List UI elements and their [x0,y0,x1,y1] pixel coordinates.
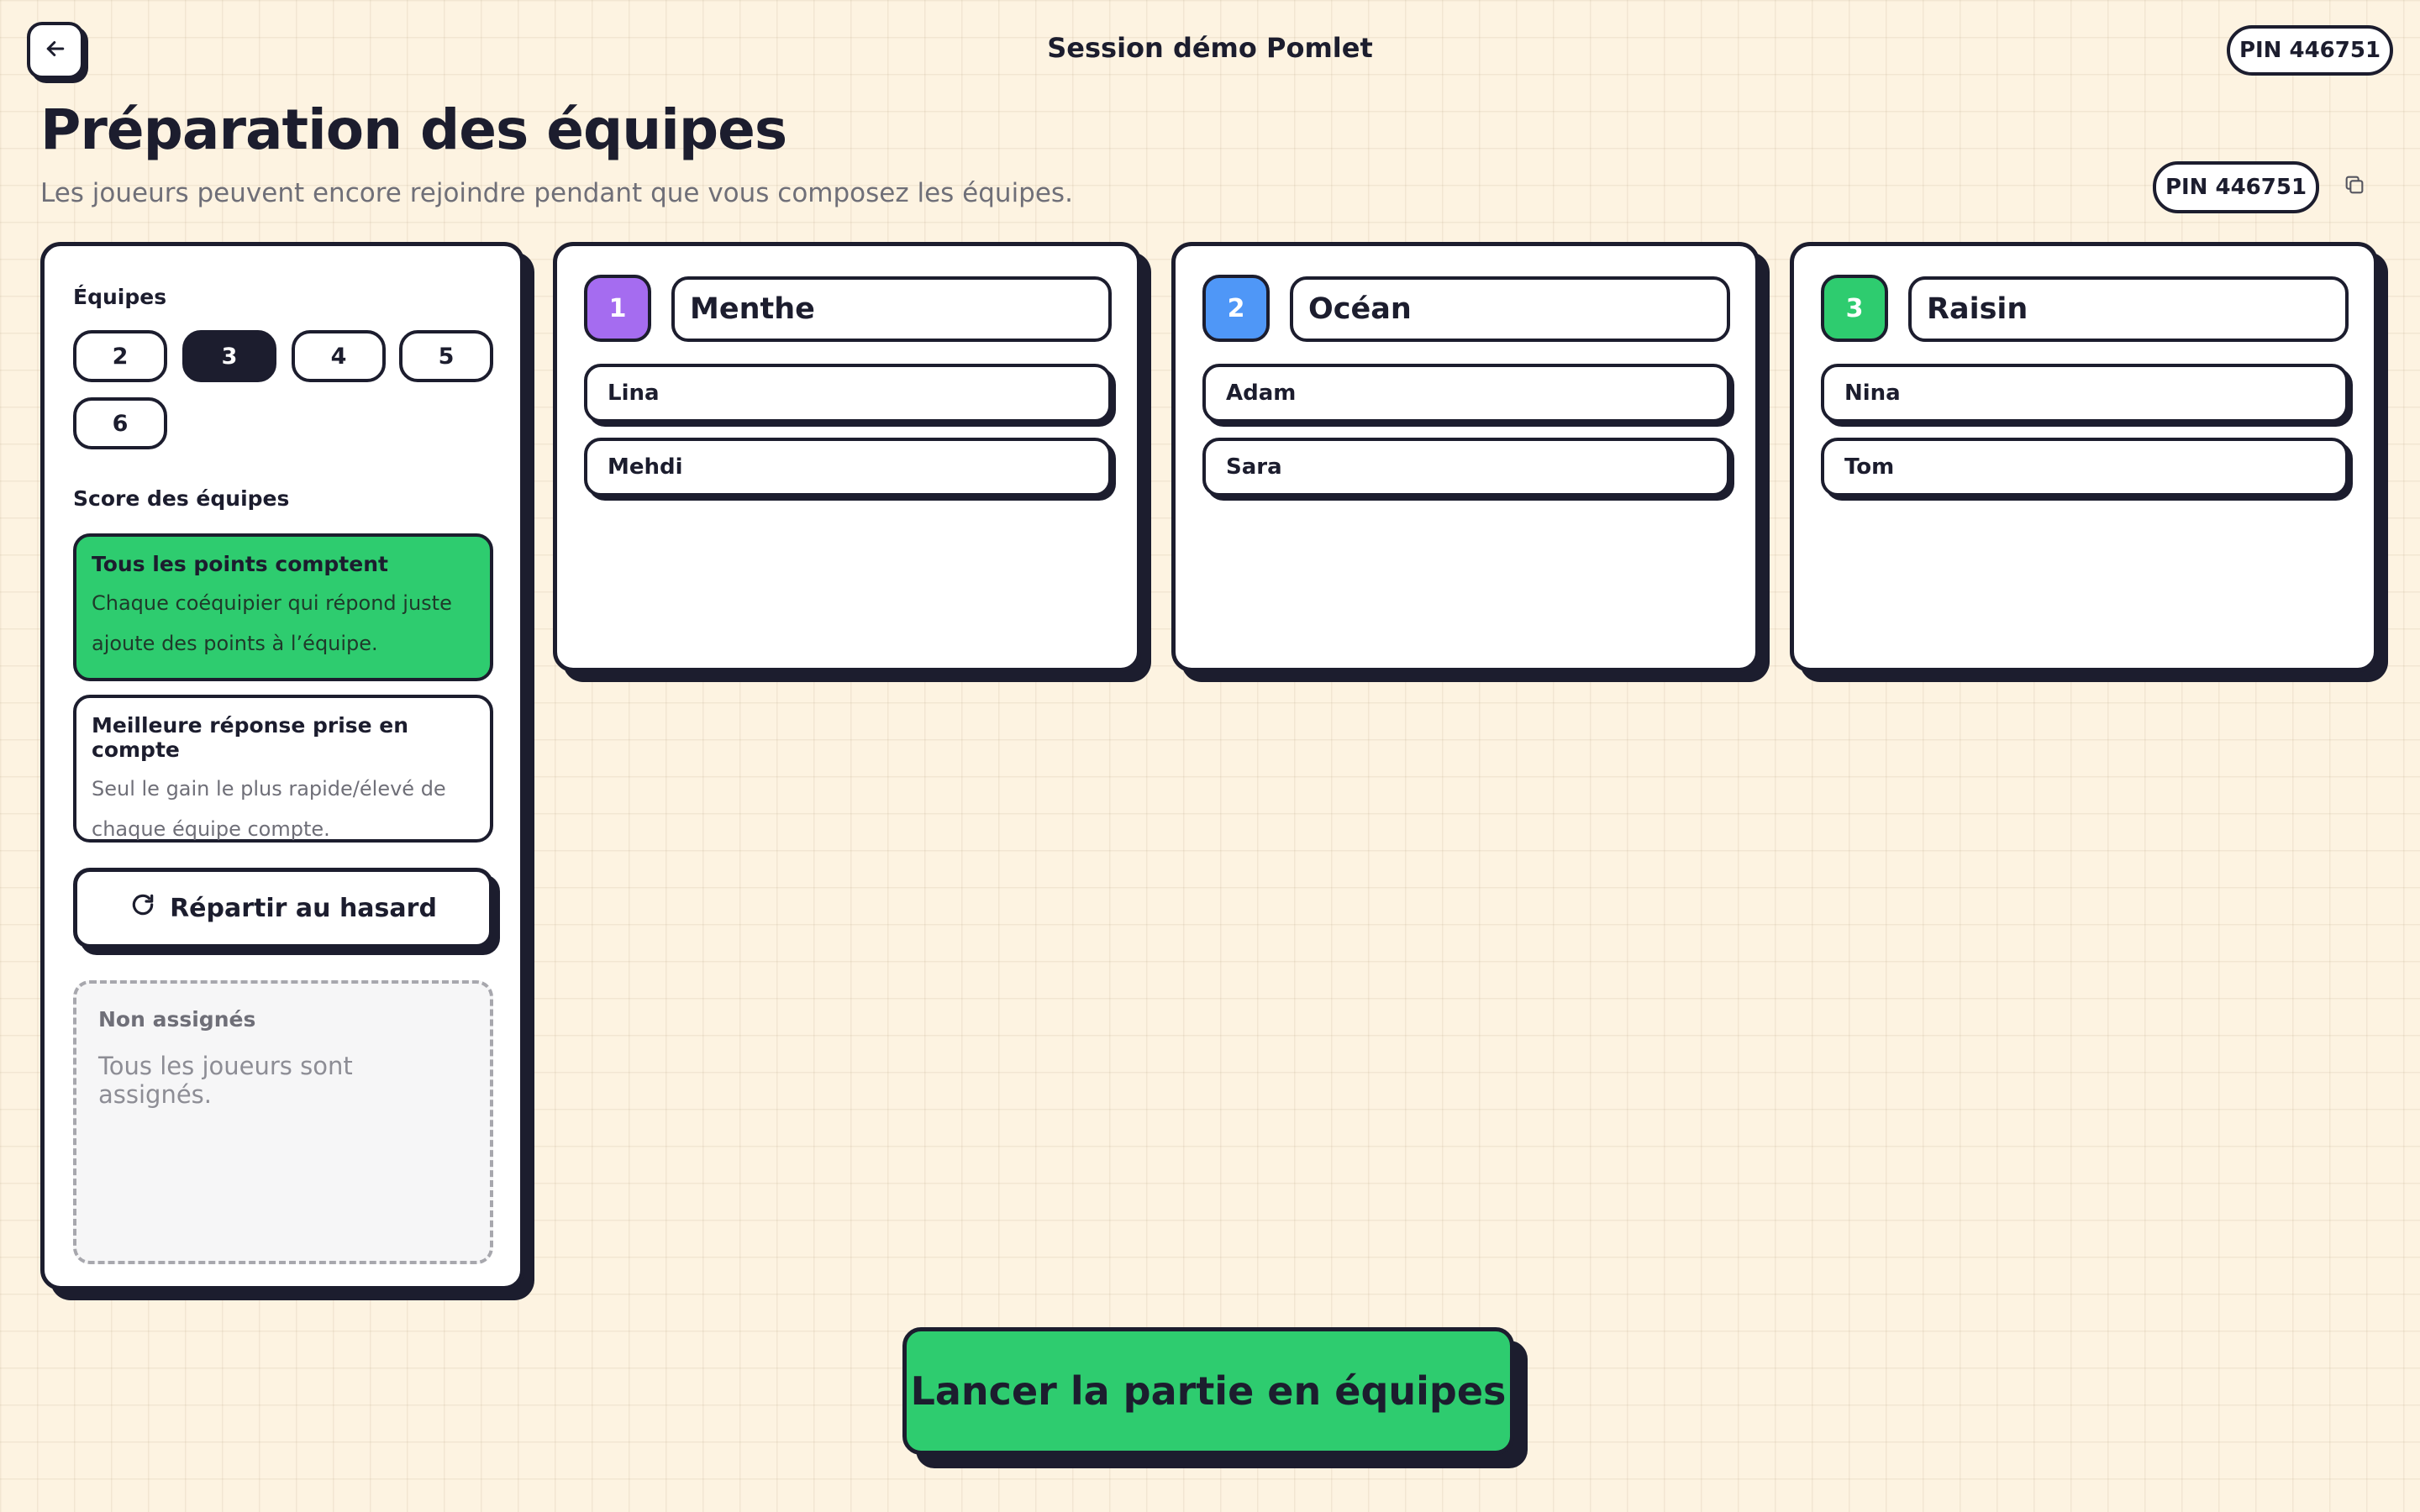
teams-count-label: Équipes [73,285,167,309]
shuffle-teams-label: Répartir au hasard [170,893,437,923]
score-mode-title: Meilleure réponse prise en compte [92,713,409,762]
player-chip[interactable]: Sara [1202,438,1730,496]
team-name-input[interactable]: Océan [1290,276,1730,342]
player-chip[interactable]: Mehdi [584,438,1112,496]
pin-badge: PIN 446751 [2227,25,2393,76]
copy-icon [2343,173,2366,200]
score-mode-description: Chaque coéquipier qui répond juste ajout… [92,583,475,664]
launch-team-game-button[interactable]: Lancer la partie en équipes [902,1327,1514,1455]
score-mode-desc-line: chaque équipe compte. [92,817,330,841]
score-mode-desc-line: Chaque coéquipier qui répond juste [92,591,452,615]
score-mode-desc-line: ajoute des points à l’équipe. [92,632,378,655]
player-chip[interactable]: Tom [1821,438,2349,496]
unassigned-empty-text: Tous les joueurs sont assignés. [98,1052,353,1109]
team-count-2[interactable]: 2 [73,330,167,382]
score-mode-description: Seul le gain le plus rapide/élevé de cha… [92,769,475,849]
team-settings-panel: Équipes 2 3 4 5 6 Score des équipes Tous… [40,242,524,1290]
team-name-input[interactable]: Menthe [671,276,1112,342]
refresh-icon [129,891,156,925]
score-mode-title: Tous les points comptent [92,552,388,576]
unassigned-players-zone[interactable]: Non assignés Tous les joueurs sont assig… [73,980,493,1264]
team-card-3: 3 Raisin Nina Tom [1790,242,2378,672]
team-card-2: 2 Océan Adam Sara [1171,242,1760,672]
score-mode-desc-line: Seul le gain le plus rapide/élevé de [92,777,446,801]
team-number-badge: 3 [1821,275,1888,342]
team-card-1: 1 Menthe Lina Mehdi [553,242,1141,672]
team-number-badge: 2 [1202,275,1270,342]
team-name-input[interactable]: Raisin [1908,276,2349,342]
team-count-5[interactable]: 5 [399,330,493,382]
copy-pin-button[interactable] [2339,171,2370,202]
pin-badge-secondary: PIN 446751 [2153,161,2319,213]
session-title: Session démo Pomlet [1047,32,1373,64]
unassigned-title: Non assignés [98,1007,256,1032]
player-chip[interactable]: Nina [1821,364,2349,423]
team-number-badge: 1 [584,275,651,342]
team-count-3[interactable]: 3 [182,330,276,382]
team-count-6[interactable]: 6 [73,397,167,449]
player-chip[interactable]: Lina [584,364,1112,423]
page-title: Préparation des équipes [40,97,787,162]
page-subtitle: Les joueurs peuvent encore rejoindre pen… [40,178,1073,208]
score-mode-best-answer[interactable]: Meilleure réponse prise en compte Seul l… [73,695,493,843]
player-chip[interactable]: Adam [1202,364,1730,423]
score-mode-label: Score des équipes [73,486,290,511]
score-mode-all-points[interactable]: Tous les points comptent Chaque coéquipi… [73,533,493,681]
team-count-4[interactable]: 4 [292,330,386,382]
shuffle-teams-button[interactable]: Répartir au hasard [73,868,493,948]
